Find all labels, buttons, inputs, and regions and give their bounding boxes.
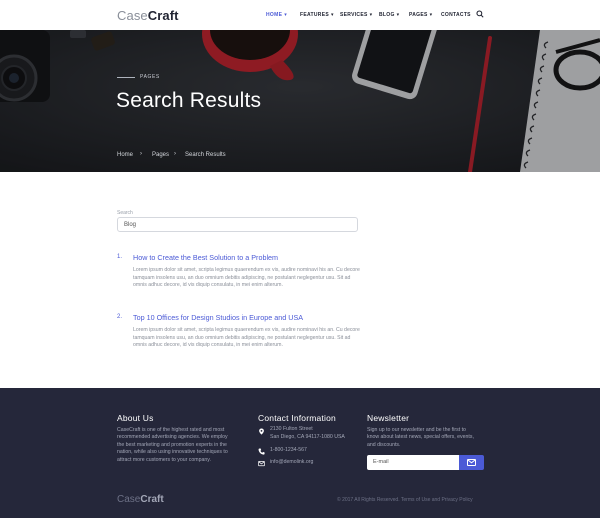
nav-services[interactable]: SERVICES ▾ xyxy=(340,12,372,18)
logo[interactable]: CaseCraft xyxy=(117,8,179,23)
contact-email-link[interactable]: info@demolink.org xyxy=(270,459,313,466)
search-label: Search xyxy=(117,210,133,216)
hero-banner xyxy=(0,30,600,172)
copyright-text: © 2017 All Rights Reserved. Terms of Use… xyxy=(337,497,473,503)
chevron-down-icon: ▾ xyxy=(396,12,400,18)
newsletter-heading: Newsletter xyxy=(367,413,410,423)
search-icon[interactable] xyxy=(476,10,484,18)
newsletter-text: Sign up to our newsletter and be the fir… xyxy=(367,427,474,448)
envelope-icon xyxy=(467,459,476,466)
nav-contacts[interactable]: CONTACTS xyxy=(441,12,471,18)
chevron-down-icon: ▾ xyxy=(369,12,373,18)
contact-address-line2: San Diego, CA 94117-1080 USA xyxy=(270,434,345,440)
result-title-link[interactable]: Top 10 Offices for Design Studios in Eur… xyxy=(133,313,303,322)
breadcrumb-pages[interactable]: Pages xyxy=(152,152,169,158)
breadcrumb-home[interactable]: Home xyxy=(117,152,133,158)
result-excerpt: Lorem ipsum dolor sit amet, scripta legi… xyxy=(133,327,360,349)
kicker-line xyxy=(117,77,135,78)
chevron-down-icon: ▾ xyxy=(284,12,288,18)
search-input[interactable]: Blog xyxy=(117,217,358,232)
location-pin-icon xyxy=(259,428,264,435)
breadcrumb-separator: › xyxy=(174,151,176,157)
footer-logo[interactable]: CaseCraft xyxy=(117,494,164,505)
email-placeholder: E-mail xyxy=(373,459,389,465)
hero-overlay xyxy=(0,30,600,172)
contact-address-line1: 2130 Fulton Street xyxy=(270,426,313,432)
breadcrumb-separator: › xyxy=(140,151,142,157)
newsletter-submit-button[interactable] xyxy=(459,455,484,470)
site-header: CaseCraft HOME ▾ FEATURES ▾ SERVICES ▾ BLOG… xyxy=(0,0,600,30)
about-heading: About Us xyxy=(117,413,154,423)
page-title: Search Results xyxy=(116,89,262,112)
contact-heading: Contact Information xyxy=(258,413,336,423)
result-excerpt: Lorem ipsum dolor sit amet, scripta legi… xyxy=(133,267,360,289)
phone-icon xyxy=(258,448,265,455)
about-text: CaseCraft is one of the highest rated an… xyxy=(117,427,228,463)
result-number: 2. xyxy=(117,314,123,320)
chevron-down-icon: ▾ xyxy=(330,12,334,18)
result-number: 1. xyxy=(117,254,123,260)
result-title-link[interactable]: How to Create the Best Solution to a Pro… xyxy=(133,253,278,262)
hero-kicker: PAGES xyxy=(140,74,160,80)
contact-phone-link[interactable]: 1-800-1234-567 xyxy=(270,447,307,454)
nav-blog[interactable]: BLOG ▾ xyxy=(379,12,399,18)
breadcrumb-current: Search Results xyxy=(185,152,226,158)
search-input-value: Blog xyxy=(124,222,137,228)
nav-features[interactable]: FEATURES ▾ xyxy=(300,12,334,18)
nav-pages[interactable]: PAGES ▾ xyxy=(409,12,432,18)
chevron-down-icon: ▾ xyxy=(429,12,433,18)
mail-icon xyxy=(258,461,265,467)
newsletter-email-input[interactable]: E-mail xyxy=(367,455,459,470)
nav-home[interactable]: HOME ▾ xyxy=(266,12,287,18)
